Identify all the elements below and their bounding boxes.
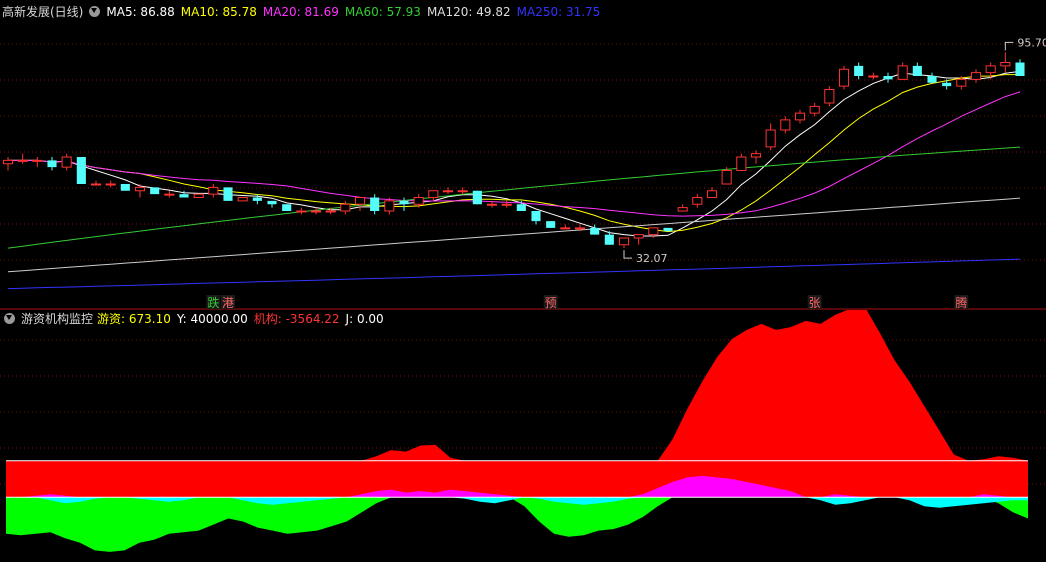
candle-body bbox=[223, 187, 233, 201]
candle-body bbox=[897, 65, 908, 80]
candle-body bbox=[854, 65, 864, 76]
signal-label: 腾 bbox=[955, 295, 967, 310]
candle-body bbox=[2, 159, 14, 165]
ma250-line bbox=[7, 258, 1021, 290]
candle-body bbox=[838, 68, 850, 87]
signal-label: 张 bbox=[809, 296, 821, 310]
candle-body bbox=[105, 183, 116, 186]
candle-body bbox=[912, 65, 922, 76]
candle-body bbox=[370, 197, 380, 211]
candle-body bbox=[193, 193, 204, 198]
green-area-lower bbox=[6, 497, 1028, 552]
candle-body bbox=[90, 183, 102, 186]
candle-body bbox=[150, 187, 160, 195]
candle-body bbox=[574, 227, 586, 230]
candle-body bbox=[942, 82, 952, 87]
candle-body bbox=[706, 190, 718, 198]
candle-body bbox=[618, 237, 630, 246]
red-area bbox=[6, 310, 1028, 498]
candle-body bbox=[1000, 62, 1011, 67]
signal-label: 预 bbox=[545, 296, 557, 310]
candlestick-chart[interactable]: 95.70 32.07 跌港 预 张 腾 bbox=[0, 0, 1046, 310]
candle-body bbox=[824, 89, 835, 104]
candle-body bbox=[546, 221, 556, 228]
candle-body bbox=[179, 194, 189, 198]
candle-body bbox=[282, 204, 292, 211]
candle-body bbox=[472, 190, 482, 205]
candle-body bbox=[384, 200, 395, 212]
candle-body bbox=[340, 203, 351, 212]
high-price-label: 95.70 bbox=[1017, 36, 1046, 49]
candle-body bbox=[677, 207, 688, 212]
candle-body bbox=[76, 157, 86, 184]
candle-body bbox=[531, 211, 541, 222]
candle-body bbox=[809, 105, 820, 114]
candle-body bbox=[164, 193, 175, 196]
candle-body bbox=[32, 159, 43, 162]
candle-body bbox=[47, 160, 57, 168]
candle-body bbox=[486, 203, 498, 206]
indicator-chart[interactable] bbox=[0, 310, 1046, 562]
candle-body bbox=[868, 75, 879, 78]
ma10-line bbox=[8, 74, 1020, 233]
candle-body bbox=[501, 203, 512, 206]
signal-label: 港 bbox=[222, 296, 234, 310]
candle-body bbox=[560, 227, 571, 230]
candle-body bbox=[692, 197, 703, 205]
candle-body bbox=[927, 76, 937, 83]
candle-body bbox=[134, 186, 146, 192]
candle-body bbox=[325, 210, 336, 213]
candle-body bbox=[604, 234, 614, 245]
candle-body bbox=[267, 200, 277, 205]
candle-body bbox=[296, 210, 307, 213]
candle-body bbox=[457, 190, 468, 193]
candle-body bbox=[780, 119, 791, 131]
candle-body bbox=[765, 129, 776, 148]
candle-body bbox=[252, 197, 262, 201]
candle-body bbox=[61, 156, 72, 168]
candle-body bbox=[120, 184, 130, 191]
ma20-line bbox=[8, 91, 1021, 217]
candle-body bbox=[750, 153, 762, 158]
candle-body bbox=[17, 159, 28, 162]
ma5-line bbox=[8, 70, 1021, 237]
ma60-line bbox=[7, 146, 1021, 249]
candle-body bbox=[1015, 62, 1025, 76]
candle-body bbox=[208, 186, 219, 195]
candle-body bbox=[648, 227, 659, 236]
candle-body bbox=[310, 210, 322, 213]
ma120-line bbox=[7, 197, 1021, 273]
candle-body bbox=[633, 234, 644, 239]
candle-body bbox=[590, 227, 600, 235]
candle-body bbox=[736, 156, 747, 171]
low-price-label: 32.07 bbox=[636, 252, 668, 265]
candle-body bbox=[237, 197, 248, 202]
candle-body bbox=[721, 170, 732, 185]
candle-body bbox=[399, 200, 409, 205]
low-marker-line bbox=[623, 250, 632, 259]
candle-body bbox=[442, 190, 454, 193]
candle-body bbox=[413, 197, 424, 205]
candle-body bbox=[956, 78, 967, 87]
candle-body bbox=[794, 112, 806, 121]
candle-body bbox=[516, 204, 526, 211]
candle-body bbox=[428, 190, 439, 198]
candle-body bbox=[354, 197, 366, 205]
candle-body bbox=[663, 227, 673, 232]
signal-label: 跌 bbox=[207, 295, 219, 310]
candle-body bbox=[883, 76, 893, 80]
candle-body bbox=[970, 72, 982, 80]
candle-body bbox=[985, 65, 996, 74]
